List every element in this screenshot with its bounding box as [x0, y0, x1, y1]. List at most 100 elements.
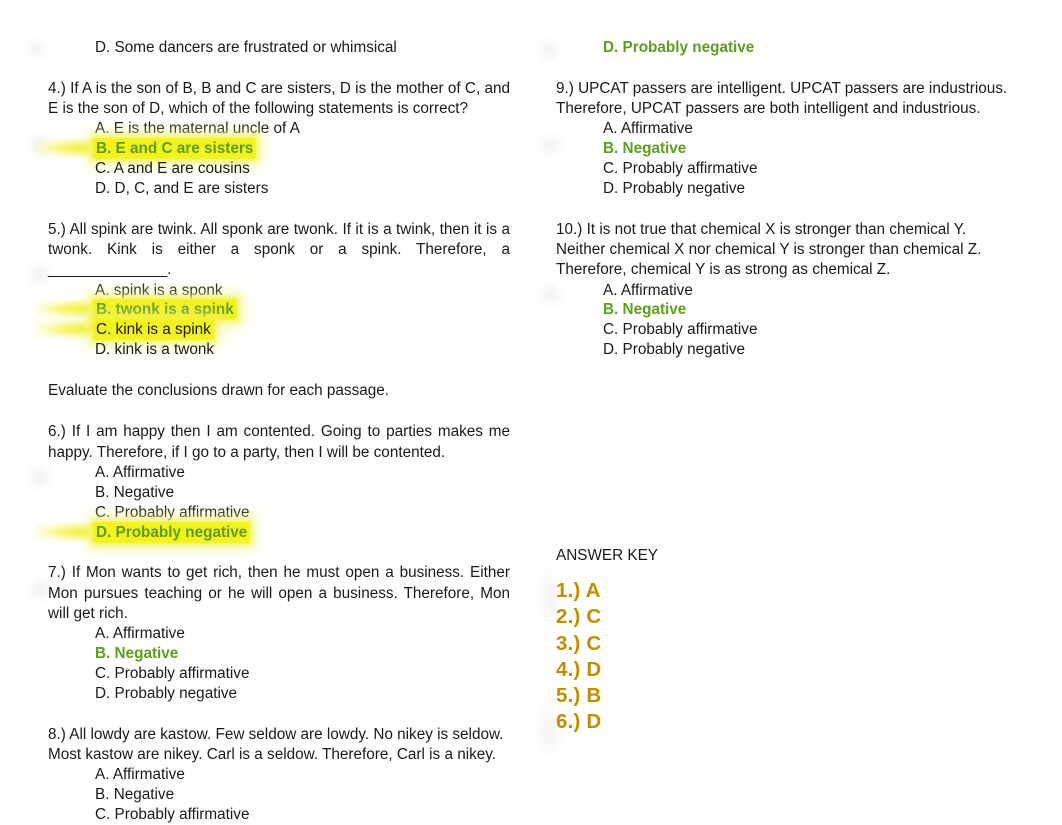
- option-label: D. Probably negative: [603, 39, 755, 56]
- question-block-10: 10.) It is not true that chemical X is s…: [556, 220, 1016, 360]
- question-block-4: 4.) If A is the son of B, B and C are si…: [48, 79, 510, 199]
- option-item-correct[interactable]: B. Negative: [48, 644, 510, 664]
- option-label: B. E and C are sisters: [95, 140, 255, 158]
- option-list: A. Affirmative B. Negative C. Probably a…: [48, 765, 510, 825]
- option-item: D. Some dancers are frustrated or whimsi…: [48, 38, 510, 58]
- answer-key-heading: ANSWER KEY: [556, 547, 658, 564]
- option-item[interactable]: C. Probably affirmative: [48, 664, 510, 684]
- answer-key-entry: 2.) C: [556, 605, 602, 629]
- option-label: C. Probably affirmative: [95, 805, 250, 823]
- option-list: A. Affirmative B. Negative C. Probably a…: [48, 463, 510, 543]
- option-label: C. Probably affirmative: [603, 321, 758, 339]
- scan-smudge: [24, 36, 50, 62]
- question-stem: 6.) If I am happy then I am contented. G…: [48, 423, 510, 461]
- option-item-correct[interactable]: B. twonk is a spink: [48, 300, 510, 320]
- answer-key-entry: 6.) D: [556, 710, 602, 734]
- option-item[interactable]: C. Probably affirmative: [556, 159, 1016, 179]
- option-label: B. Negative: [95, 644, 179, 662]
- option-label: B. Negative: [603, 140, 687, 158]
- question-stem: 5.) All spink are twink. All sponk are t…: [48, 220, 510, 279]
- option-item[interactable]: C. A and E are cousins: [48, 159, 510, 179]
- option-label: A. Affirmative: [95, 625, 185, 643]
- option-item-correct[interactable]: D. Probably negative: [556, 38, 1016, 58]
- option-label: D. Some dancers are frustrated or whimsi…: [95, 39, 397, 56]
- option-item-correct[interactable]: B. Negative: [556, 300, 1016, 320]
- answer-key-entry: 1.) A: [556, 579, 601, 602]
- option-label: D. Probably negative: [95, 523, 249, 541]
- answer-key-entry: 5.) B: [556, 684, 602, 708]
- option-label: C. kink is a spink: [95, 321, 212, 339]
- option-label: D. Probably negative: [95, 684, 238, 702]
- option-list: A. Affirmative B. Negative C. Probably a…: [48, 624, 510, 704]
- option-list: A. Affirmative B. Negative C. Probably a…: [556, 281, 1016, 361]
- continued-option-list: D. Probably negative: [556, 38, 1016, 58]
- option-label: D. kink is a twonk: [95, 341, 215, 359]
- option-item[interactable]: B. Negative: [48, 483, 510, 503]
- instruction-line: Evaluate the conclusions drawn for each …: [48, 382, 389, 400]
- option-label: B. Negative: [95, 483, 175, 501]
- option-label: A. E is the maternal uncle of A: [95, 120, 300, 138]
- option-item[interactable]: D. kink is a twonk: [48, 340, 510, 360]
- option-label: D. D, C, and E are sisters: [95, 180, 269, 198]
- option-item[interactable]: A. Affirmative: [556, 119, 1016, 139]
- question-block-9: 9.) UPCAT passers are intelligent. UPCAT…: [556, 79, 1016, 199]
- option-item[interactable]: D. Probably negative: [556, 179, 1016, 199]
- option-item[interactable]: B. Negative: [48, 785, 510, 805]
- answer-key-block: ANSWER KEY 1.) A 2.) C 3.) C 4.) D 5.) B…: [556, 546, 1016, 736]
- option-item[interactable]: C. kink is a spink: [48, 320, 510, 340]
- answer-key-list: 1.) A 2.) C 3.) C 4.) D 5.) B 6.) D: [556, 578, 1016, 736]
- option-label: C. Probably affirmative: [603, 160, 758, 178]
- option-label: D. Probably negative: [603, 341, 746, 359]
- option-item[interactable]: C. Probably affirmative: [556, 320, 1016, 340]
- option-item-correct[interactable]: B. Negative: [556, 139, 1016, 159]
- option-item[interactable]: A. Affirmative: [48, 624, 510, 644]
- option-label: C. Probably affirmative: [95, 664, 250, 682]
- option-label: A. Affirmative: [95, 766, 185, 784]
- option-label: B. Negative: [95, 785, 175, 803]
- right-column: D. Probably negative 9.) UPCAT passers a…: [556, 38, 1016, 360]
- question-stem: 8.) All lowdy are kastow. Few seldow are…: [48, 725, 504, 763]
- option-list: A. Affirmative B. Negative C. Probably a…: [556, 119, 1016, 199]
- option-item[interactable]: C. Probably affirmative: [48, 503, 510, 523]
- question-block-5: 5.) All spink are twink. All sponk are t…: [48, 220, 510, 360]
- question-stem: 10.) It is not true that chemical X is s…: [556, 220, 982, 279]
- option-item[interactable]: D. Probably negative: [48, 684, 510, 704]
- answer-key-entry: 4.) D: [556, 657, 602, 681]
- option-item-correct[interactable]: D. Probably negative: [48, 523, 510, 543]
- option-label: C. Probably affirmative: [95, 503, 250, 521]
- question-stem: 7.) If Mon wants to get rich, then he mu…: [48, 564, 510, 622]
- option-label: C. A and E are cousins: [95, 160, 250, 178]
- option-list: A. E is the maternal uncle of A B. E and…: [48, 119, 510, 199]
- option-item[interactable]: A. Affirmative: [48, 463, 510, 483]
- option-item[interactable]: A. Affirmative: [48, 765, 510, 785]
- orphan-option-list: D. Some dancers are frustrated or whimsi…: [48, 38, 510, 58]
- option-list: A. spink is a sponk B. twonk is a spink …: [48, 281, 510, 361]
- option-label: B. Negative: [603, 301, 687, 319]
- option-label: B. twonk is a spink: [95, 301, 235, 319]
- option-label: A. Affirmative: [95, 463, 185, 481]
- option-item-correct[interactable]: B. E and C are sisters: [48, 139, 510, 159]
- answer-key-entry: 3.) C: [556, 631, 602, 655]
- option-item[interactable]: A. spink is a sponk: [48, 281, 510, 301]
- option-label: A. Affirmative: [603, 120, 693, 138]
- option-item[interactable]: A. E is the maternal uncle of A: [48, 119, 510, 139]
- option-item[interactable]: D. D, C, and E are sisters: [48, 179, 510, 199]
- option-label: D. Probably negative: [603, 180, 746, 198]
- left-column: D. Some dancers are frustrated or whimsi…: [48, 38, 510, 825]
- option-item[interactable]: A. Affirmative: [556, 281, 1016, 301]
- question-stem: 9.) UPCAT passers are intelligent. UPCAT…: [556, 79, 1008, 118]
- option-label: A. Affirmative: [603, 281, 693, 299]
- document-page: D. Some dancers are frustrated or whimsi…: [0, 0, 1062, 825]
- question-stem: 4.) If A is the son of B, B and C are si…: [48, 79, 510, 118]
- option-label: A. spink is a sponk: [95, 281, 223, 299]
- option-item[interactable]: D. Probably negative: [556, 340, 1016, 360]
- question-block-6: 6.) If I am happy then I am contented. G…: [48, 422, 510, 542]
